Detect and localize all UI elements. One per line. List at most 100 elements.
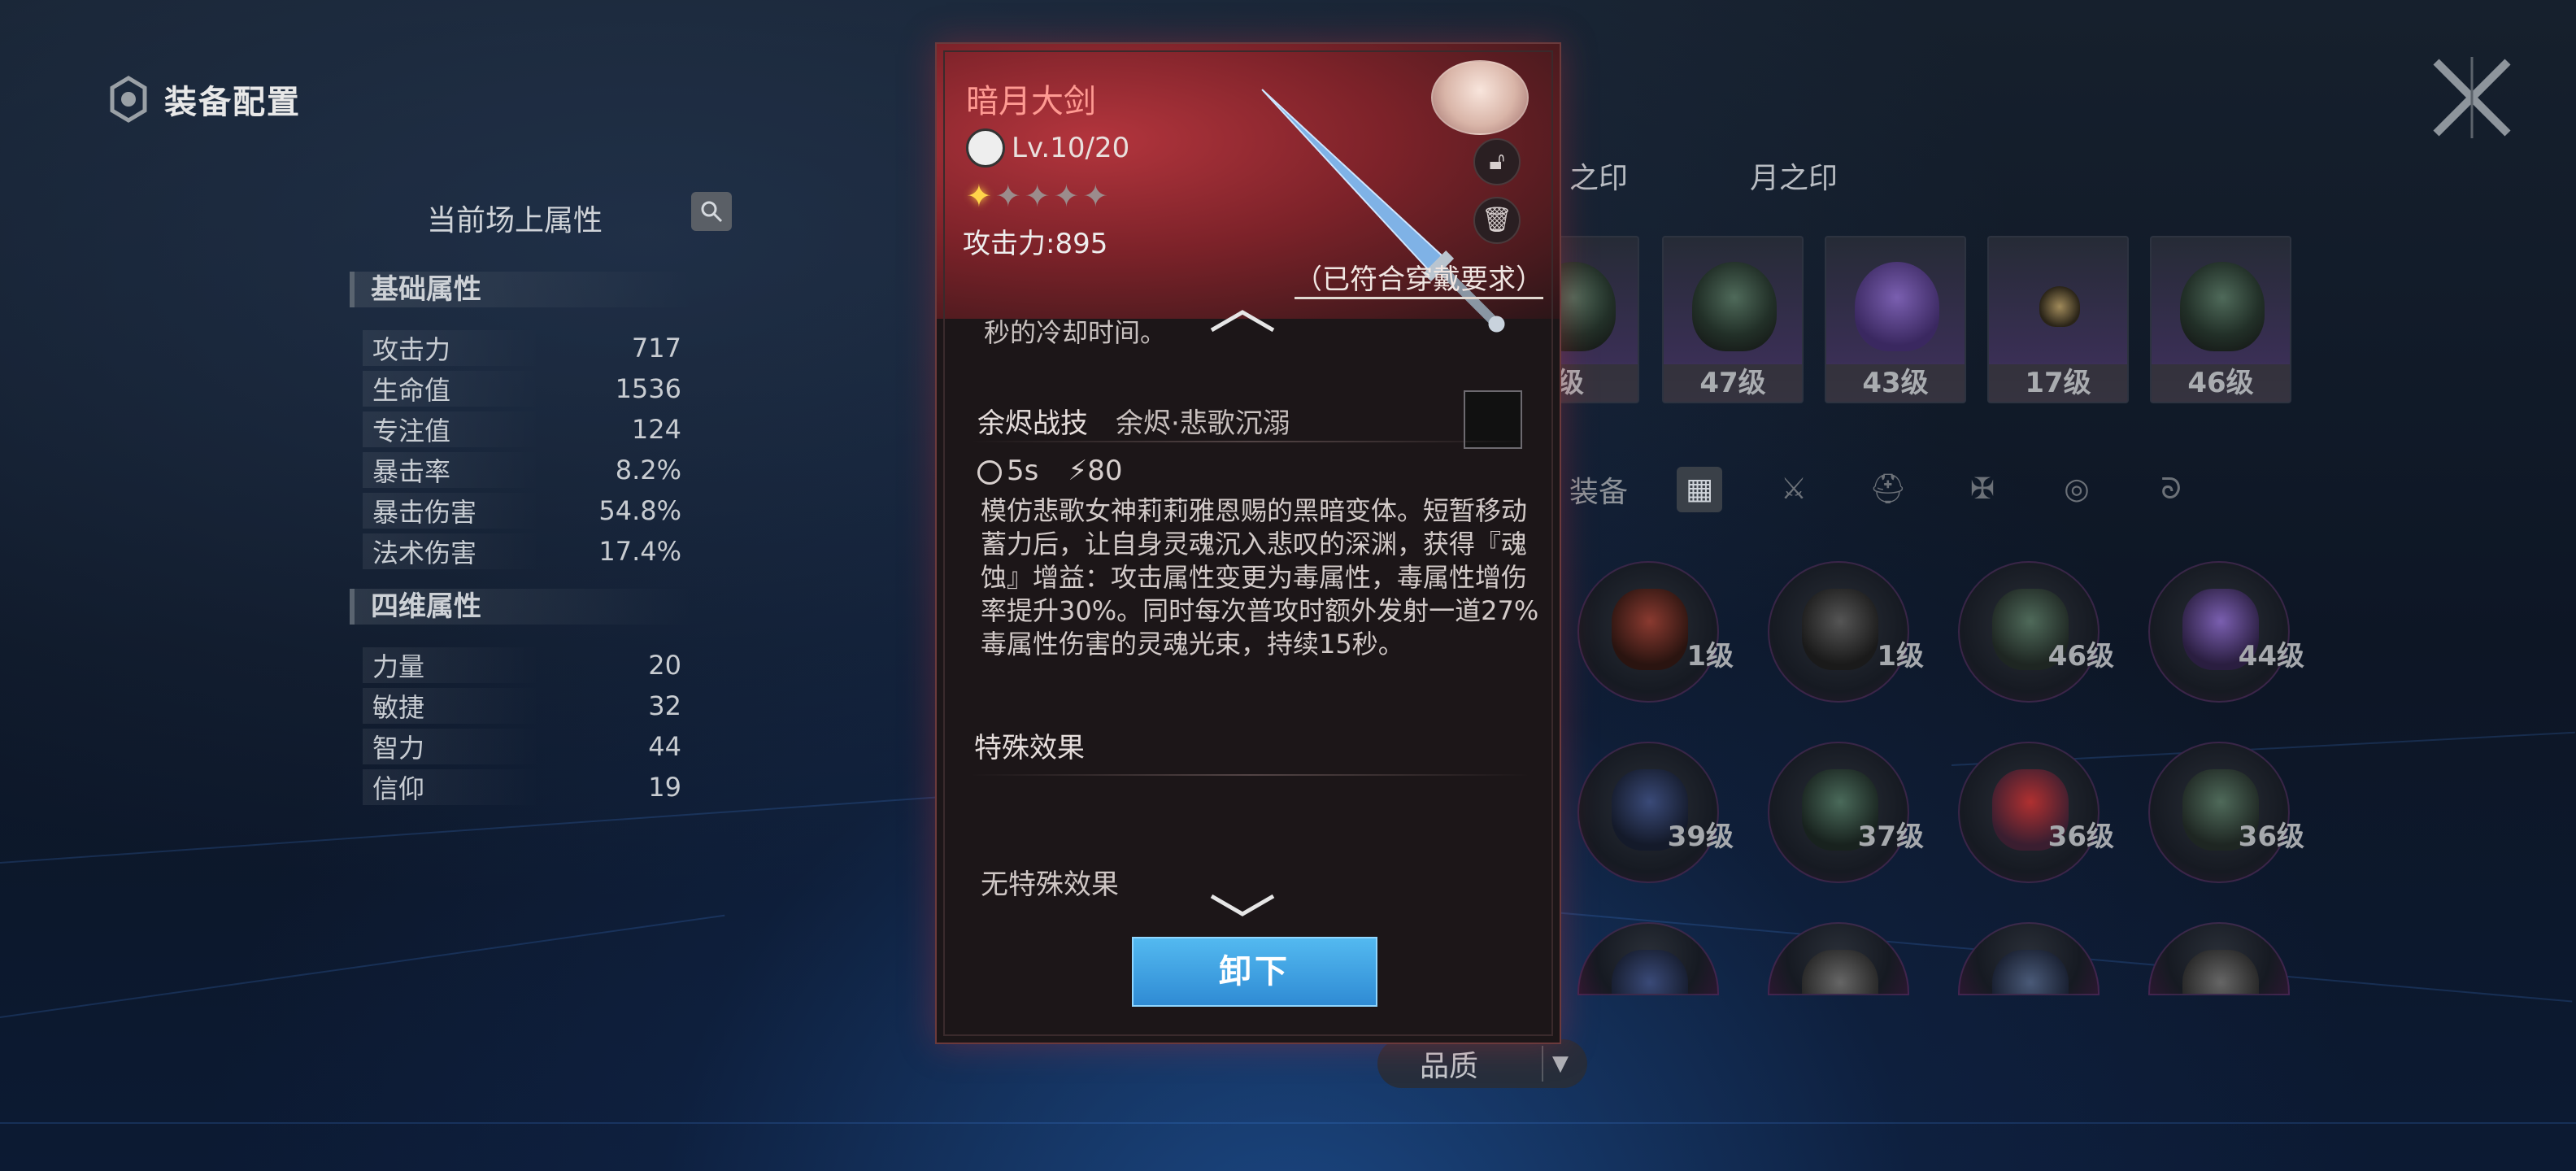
seal-tabs: 之印 月之印 (1569, 155, 1838, 197)
equipment-icon (1612, 950, 1688, 994)
inventory-item[interactable]: 1级 (1577, 561, 1734, 703)
filter-weapon-icon[interactable]: ⚔ (1771, 467, 1817, 512)
skill-description: 模仿悲歌女神莉莉雅恩赐的黑暗变体。短暂移动蓄力后，让自身灵魂沉入悲叹的深渊，获得… (981, 495, 1539, 660)
stat-value: 20 (648, 650, 681, 681)
filter-amulet-icon[interactable]: ᘐ (2148, 467, 2194, 512)
inventory-item[interactable]: 44级 (2148, 561, 2304, 703)
item-level: Lv.10/20 (1012, 132, 1130, 164)
gear-icon (104, 75, 153, 124)
equipped-slot[interactable]: 46级 (2150, 236, 2291, 403)
equipment-icon (1692, 262, 1777, 351)
filter-all-icon[interactable]: ▦ (1677, 467, 1723, 512)
stat-row: 专注值 124 (363, 411, 688, 447)
equipment-icon (2039, 286, 2080, 327)
filter-ring-icon[interactable]: ◎ (2054, 467, 2100, 512)
inventory-item[interactable]: 36级 (1958, 742, 2114, 883)
tab-moon-seal[interactable]: 月之印 (1750, 155, 1838, 197)
quality-label: 品质 (1420, 1050, 1479, 1083)
tab-seal[interactable]: 之印 (1569, 155, 1628, 197)
unequip-button[interactable]: 卸下 (1132, 937, 1377, 1007)
divider (969, 441, 1530, 442)
quality-sort-button[interactable]: 品质 ▼ (1377, 1039, 1587, 1088)
basic-stats-title: 基础属性 (350, 272, 691, 307)
item-level: 37级 (1857, 821, 1924, 853)
item-level: 36级 (2047, 821, 2114, 853)
special-effect-value: 无特殊效果 (981, 868, 1119, 901)
search-icon (701, 201, 723, 223)
item-level: 36级 (2238, 821, 2304, 853)
lock-button[interactable]: 🔓︎ (1473, 138, 1521, 185)
stat-label: 暴击伤害 (372, 497, 477, 528)
equipment-icon (1855, 262, 1939, 351)
star-rating: ✦ ✦ ✦ ✦ ✦ (966, 181, 1108, 211)
stat-row: 信仰 19 (363, 769, 688, 805)
stat-label: 攻击力 (372, 334, 451, 365)
item-attack: 攻击力:895 (963, 228, 1108, 260)
stat-row: 智力 44 (363, 729, 688, 764)
stat-row: 力量 20 (363, 647, 688, 683)
stat-value: 44 (648, 731, 681, 762)
equipped-slot[interactable]: 17级 (1987, 236, 2129, 403)
equipment-icon (1992, 950, 2069, 994)
filter-armor-icon[interactable]: ✠ (1960, 467, 2005, 512)
stat-row: 法术伤害 17.4% (363, 533, 688, 569)
character-avatar (1431, 60, 1529, 135)
stat-label: 智力 (372, 733, 425, 764)
skill-label: 余烬战技 (977, 407, 1088, 440)
unlock-icon: 🔓︎ (1489, 147, 1505, 176)
energy-icon: ⚡︎ (1068, 455, 1088, 487)
item-name: 暗月大剑 (966, 83, 1096, 120)
inventory-item[interactable]: 39级 (1577, 742, 1734, 883)
stat-value: 32 (648, 690, 681, 721)
equipment-icon (1612, 589, 1688, 670)
stat-label: 法术伤害 (372, 538, 477, 568)
timer-icon (977, 459, 1002, 485)
equipment-icon (2182, 950, 2259, 994)
slot-level: 17级 (1989, 364, 2127, 402)
special-effect-title: 特殊效果 (974, 732, 1085, 764)
equipment-icon (1802, 589, 1878, 670)
inventory-item[interactable]: 1级 (1768, 561, 1924, 703)
star-filled-icon: ✦ (966, 178, 992, 214)
page-title: 装备配置 (164, 84, 301, 121)
stats-search-button[interactable] (691, 192, 732, 231)
stat-value: 54.8% (598, 495, 681, 526)
requirement-status: （已符合穿戴要求） (1295, 257, 1543, 299)
delete-button[interactable]: 🗑︎ (1473, 197, 1521, 244)
close-icon (2433, 57, 2511, 138)
stat-label: 信仰 (372, 773, 425, 804)
filter-bar: 装备 ▦ ⚔ ⛑ ✠ ◎ ᘐ (1569, 464, 2285, 516)
star-empty-icon: ✦ (994, 178, 1021, 214)
star-empty-icon: ✦ (1082, 178, 1109, 214)
stat-row: 暴击伤害 54.8% (363, 493, 688, 529)
scroll-up-icon[interactable] (1208, 309, 1277, 333)
stat-label: 生命值 (372, 375, 451, 406)
weapon-skill-row: 余烬战技 余烬·悲歌沉溺 (969, 385, 1530, 455)
inventory-item[interactable]: 37级 (1768, 742, 1924, 883)
item-level: 1级 (1686, 640, 1734, 673)
trash-icon: 🗑︎ (1481, 206, 1513, 234)
cooldown-text: 秒的冷却时间。 (984, 317, 1167, 348)
inventory-item[interactable]: 36级 (2148, 742, 2304, 883)
chevron-down-icon: ▼ (1542, 1046, 1577, 1082)
equipped-slot[interactable]: 47级 (1662, 236, 1804, 403)
slot-level: 43级 (1826, 364, 1965, 402)
divider (969, 774, 1530, 776)
inventory-item[interactable]: 46级 (1958, 561, 2114, 703)
stat-row: 生命值 1536 (363, 371, 688, 407)
page-header: 装备配置 (104, 75, 301, 124)
stat-value: 124 (631, 414, 681, 445)
close-button[interactable] (2428, 54, 2516, 141)
skill-name: 余烬·悲歌沉溺 (1116, 407, 1290, 440)
stat-row: 攻击力 717 (363, 330, 688, 366)
stat-value: 1536 (615, 373, 681, 404)
item-level: 39级 (1667, 821, 1734, 853)
bg-line (0, 1122, 2576, 1124)
stat-value: 19 (648, 772, 681, 803)
filter-helmet-icon[interactable]: ⛑ (1865, 467, 1911, 512)
stat-value: 8.2% (615, 455, 681, 485)
equipped-slot[interactable]: 43级 (1825, 236, 1966, 403)
scroll-down-icon[interactable] (1208, 893, 1277, 917)
stat-value: 717 (631, 333, 681, 363)
stat-row: 敏捷 32 (363, 688, 688, 724)
